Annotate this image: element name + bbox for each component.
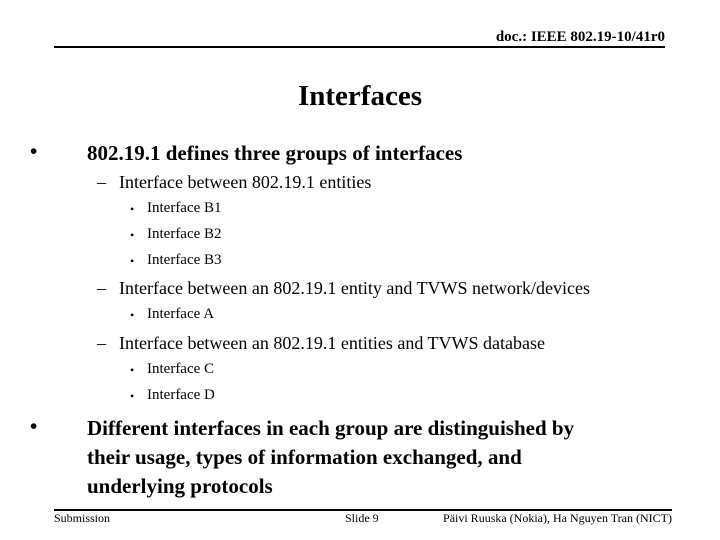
dash-icon: – xyxy=(97,278,106,298)
sub-bullet-group-2-text: Interface between an 802.19.1 entity and… xyxy=(119,278,591,298)
bullet-dot-icon: • xyxy=(130,363,135,377)
bullet-dot-icon: • xyxy=(130,228,135,242)
slide-title: Interfaces xyxy=(297,80,422,112)
list-item-text: Interface B1 xyxy=(147,200,222,216)
bullet-main-1-text: 802.19.1 defines three groups of interfa… xyxy=(87,141,463,165)
dash-icon: – xyxy=(97,333,106,353)
sub-bullet-group-3-text: Interface between an 802.19.1 entities a… xyxy=(119,333,546,353)
bullet-dot-icon: • xyxy=(130,308,135,322)
footer-submission: Submission xyxy=(54,511,111,525)
dash-icon: – xyxy=(97,172,106,192)
bullet-main-2-line-3: underlying protocols xyxy=(87,474,273,498)
list-item-text: Interface A xyxy=(147,306,215,322)
list-item-text: Interface B2 xyxy=(147,226,222,242)
footer-authors: Päivi Ruuska (Nokia), Ha Nguyen Tran (NI… xyxy=(443,511,672,525)
document-id-text: doc.: IEEE 802.19-10/41r0 xyxy=(495,29,665,45)
sub-bullet-group-1-text: Interface between 802.19.1 entities xyxy=(119,172,372,192)
bullet-dot-icon: • xyxy=(130,254,135,268)
footer-slide-number: Slide 9 xyxy=(345,511,379,525)
bullet-dot-icon: • xyxy=(130,389,135,403)
bullet-dot-icon: • xyxy=(30,414,38,438)
list-item-text: Interface D xyxy=(147,387,215,403)
bullet-main-2-line-2: their usage, types of information exchan… xyxy=(87,445,522,469)
bullet-dot-icon: • xyxy=(130,202,135,216)
list-item-text: Interface C xyxy=(147,361,215,377)
document-id: doc.: IEEE 802.19-10/41r0 xyxy=(496,29,665,46)
bullet-main-2-line-1: Different interfaces in each group are d… xyxy=(87,416,575,440)
header-rule xyxy=(54,46,665,48)
list-item-text: Interface B3 xyxy=(147,252,222,268)
bullet-dot-icon: • xyxy=(30,139,38,163)
